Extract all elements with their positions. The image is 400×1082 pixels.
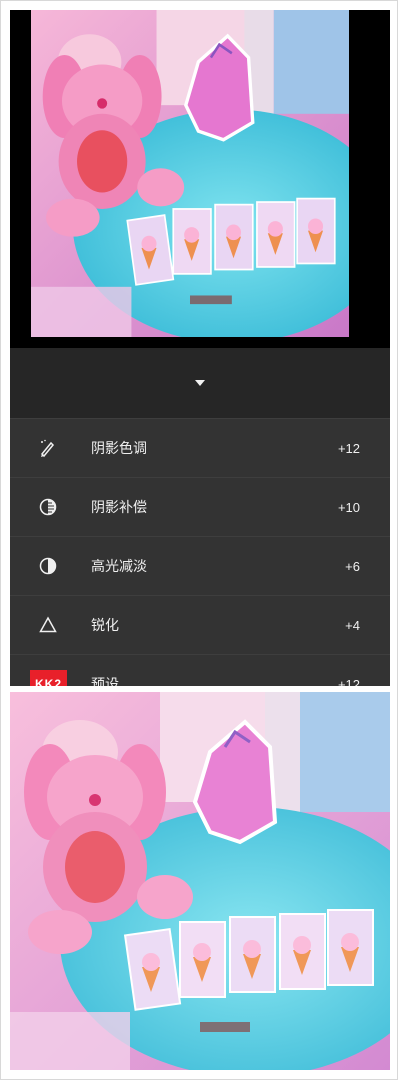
adjustment-list: 阴影色调 +12 阴影补偿 +10 高光减淡 +6 锐化 +4 KK2 预设 +… [10,418,390,686]
collapse-panel-button[interactable] [10,348,390,418]
caret-down-icon [195,380,205,386]
tool-value: +6 [345,558,360,574]
tool-row-highlight-reduce[interactable]: 高光减淡 +6 [10,536,390,595]
tool-value: +12 [337,440,360,456]
preset-badge: KK2 [30,670,67,686]
brush-icon [38,438,58,458]
tool-value: +10 [337,499,360,515]
tool-row-sharpen[interactable]: 锐化 +4 [10,595,390,654]
triangle-icon [38,615,58,635]
tool-label: 阴影色调 [91,441,147,457]
tool-value: +4 [345,617,360,633]
tool-row-shadow-tone[interactable]: 阴影色调 +12 [10,418,390,477]
highlight-icon [38,556,58,576]
tool-label: 锐化 [91,618,119,634]
photo-preview [31,10,349,337]
tool-label: 高光减淡 [91,559,147,575]
tool-label: 阴影补偿 [91,500,147,516]
tool-row-preset[interactable]: KK2 预设 +12 [10,654,390,686]
tool-value: +12 [337,676,360,687]
tool-row-shadow-compensation[interactable]: 阴影补偿 +10 [10,477,390,536]
photo-result [10,692,390,1070]
shadow-comp-icon [38,497,58,517]
tool-label: 预设 [91,677,119,686]
